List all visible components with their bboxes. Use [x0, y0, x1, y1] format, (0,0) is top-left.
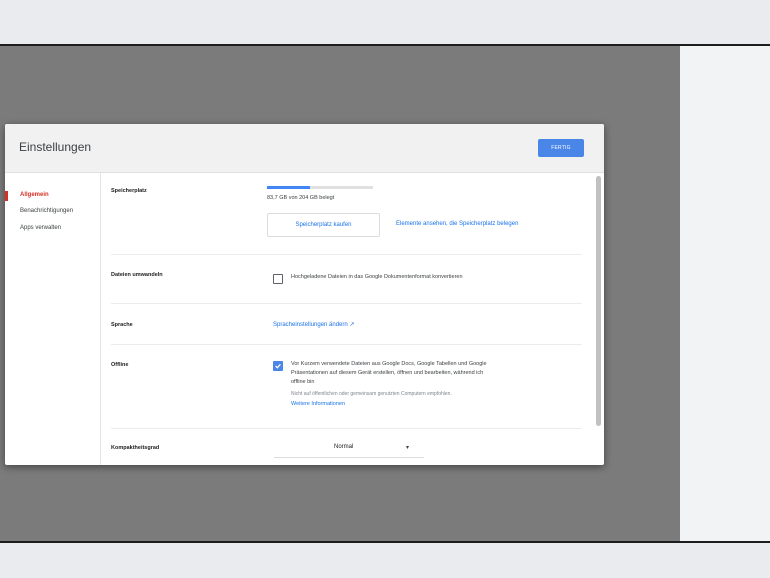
view-storage-items-link[interactable]: Elemente ansehen, die Speicherplatz bele…: [396, 221, 518, 227]
dialog-scrollbar[interactable]: [595, 174, 602, 464]
convert-checkbox[interactable]: [273, 274, 283, 284]
language-link-text: Spracheinstellungen ändern: [273, 322, 348, 328]
storage-usage-text: 83,7 GB von 204 GB belegt: [267, 195, 335, 201]
dropdown-arrow-icon: ▾: [406, 445, 410, 451]
frame-bottom: [0, 541, 770, 578]
storage-progress-fill: [267, 186, 311, 189]
density-label: Kompaktheitsgrad: [111, 445, 160, 451]
done-button[interactable]: FERTIG: [538, 139, 584, 157]
density-select[interactable]: Normal ▾: [274, 441, 424, 458]
settings-nav: Allgemein Benachrichtigungen Apps verwal…: [5, 172, 101, 465]
frame-border-bottom: [0, 541, 770, 543]
offline-hint: Nicht auf öffentlichen oder gemeinsam ge…: [291, 391, 452, 397]
page-right-area: [680, 46, 770, 541]
offline-checkbox[interactable]: [273, 361, 283, 371]
nav-item-benachrichtigungen[interactable]: Benachrichtigungen: [20, 208, 73, 214]
divider: [111, 344, 582, 345]
dialog-header: Einstellungen FERTIG: [5, 124, 604, 173]
dialog-title: Einstellungen: [19, 140, 92, 154]
external-link-icon: ↗: [349, 322, 355, 328]
storage-progress-bar: [267, 186, 373, 189]
nav-item-apps-verwalten[interactable]: Apps verwalten: [20, 225, 61, 231]
buy-storage-button[interactable]: Speicherplatz kaufen: [267, 213, 380, 237]
nav-item-allgemein[interactable]: Allgemein: [20, 192, 49, 198]
language-label: Sprache: [111, 322, 133, 328]
settings-content: Speicherplatz 83,7 GB von 204 GB belegt …: [100, 172, 595, 465]
language-settings-link[interactable]: Spracheinstellungen ändern ↗: [273, 321, 354, 328]
offline-description-line2: Präsentationen auf diesem Gerät erstelle…: [291, 370, 484, 376]
offline-more-info-link[interactable]: Weitere Informationen: [291, 401, 345, 407]
offline-description-line1: Vor Kurzem verwendete Dateien aus Google…: [291, 361, 487, 367]
density-select-value: Normal: [334, 444, 354, 450]
offline-label: Offline: [111, 362, 129, 368]
convert-checkbox-text: Hochgeladene Dateien in das Google Dokum…: [291, 274, 463, 280]
frame-top: [0, 0, 770, 45]
storage-label: Speicherplatz: [111, 188, 147, 194]
divider: [111, 428, 582, 429]
nav-active-indicator: [5, 191, 8, 201]
settings-dialog: Einstellungen FERTIG Allgemein Benachric…: [5, 124, 604, 465]
divider: [111, 254, 582, 255]
offline-description-line3: offline bin: [291, 379, 315, 385]
convert-label: Dateien umwandeln: [111, 272, 163, 278]
scrollbar-thumb[interactable]: [596, 176, 601, 426]
checkmark-icon: [275, 363, 281, 369]
divider: [111, 303, 582, 304]
